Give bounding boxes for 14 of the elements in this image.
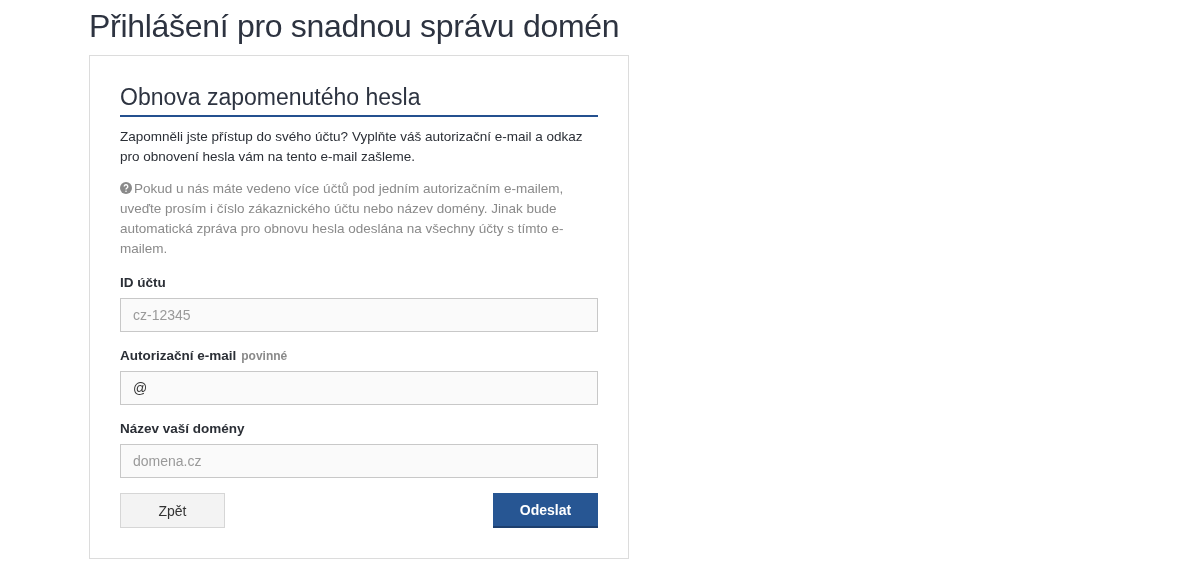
input-field[interactable]: cz-12345 [120, 298, 598, 332]
page-title: Přihlášení pro snadnou správu domén [89, 8, 621, 45]
required-hint: povinné [241, 349, 288, 363]
field-label: Autorizační e-mail [120, 348, 237, 363]
back-button[interactable]: Zpět [120, 493, 225, 528]
field-label: ID účtu [120, 275, 166, 290]
intro-text: Zapomněli jste přístup do svého účtu? Vyplňte váš autorizační e-mail a odkaz pro obnovení hesla vám na tento e-mail zašleme. [120, 128, 584, 166]
form-title: Obnova zapomenutého hesla [120, 84, 598, 117]
submit-button[interactable]: Odeslat [493, 493, 598, 528]
field-label: Název vaší domény [120, 421, 245, 436]
help-text: Pokud u nás máte vedeno více účtů pod jedním autorizačním e-mailem, uveďte prosím i číslo zákaznického účtu nebo název domény. Jinak bude automatická zpráva pro obnovu hesla odeslána na všechny účty s tímto e-mailem. [120, 180, 565, 258]
input-field[interactable]: domena.cz [120, 444, 598, 478]
input-field[interactable]: @ [120, 371, 598, 405]
help-icon [120, 182, 132, 194]
